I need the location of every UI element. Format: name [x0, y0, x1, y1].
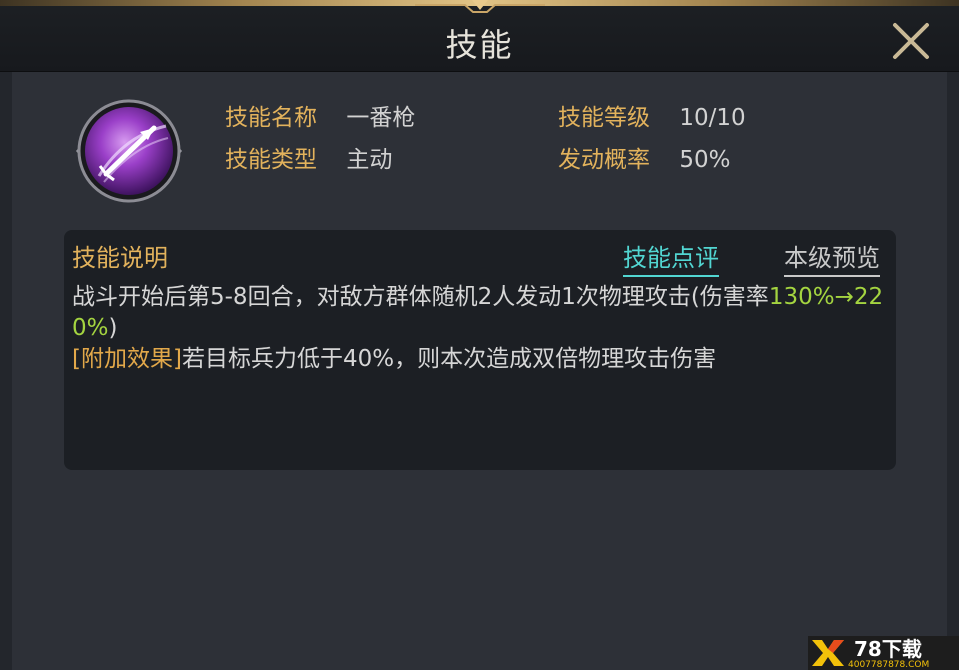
close-button[interactable]: [888, 18, 934, 64]
skill-level-row: 技能等级 10/10: [558, 98, 746, 132]
extra-effect-tag: [附加效果]: [72, 346, 182, 372]
skill-level-value: 10/10: [679, 105, 746, 131]
skill-icon: [76, 99, 182, 203]
skill-chance-label: 发动概率: [558, 147, 650, 173]
description-line1-end: ): [108, 315, 118, 341]
watermark-logo: 78下载 4007787878.COM: [808, 636, 959, 670]
extra-effect-text: 若目标兵力低于40%，则本次造成双倍物理攻击伤害: [181, 346, 717, 372]
skill-chance-row: 发动概率 50%: [558, 140, 730, 174]
description-text: 战斗开始后第5-8回合，对敌方群体随机2人发动1次物理攻击(伤害率130%→22…: [72, 282, 887, 375]
header-ornament-icon: [415, 0, 545, 13]
skill-level-label: 技能等级: [558, 105, 650, 131]
skill-name-value: 一番枪: [346, 105, 416, 131]
close-icon: [893, 23, 929, 59]
skill-name-label: 技能名称: [225, 105, 317, 131]
skill-chance-value: 50%: [679, 147, 731, 173]
page-title: 技能: [445, 26, 514, 64]
skill-type-label: 技能类型: [225, 147, 317, 173]
tab-level-preview[interactable]: 本级预览: [784, 238, 880, 277]
skill-name-row: 技能名称 一番枪: [225, 98, 415, 132]
description-title: 技能说明: [72, 244, 168, 272]
watermark-brand: 78下载: [854, 637, 922, 661]
skill-type-row: 技能类型 主动: [225, 140, 392, 174]
skill-type-value: 主动: [346, 147, 393, 173]
description-line1: 战斗开始后第5-8回合，对敌方群体随机2人发动1次物理攻击(伤害率: [72, 284, 769, 310]
title-bar: 技能: [0, 0, 959, 72]
watermark-url: 4007787878.COM: [848, 660, 929, 670]
tab-skill-review[interactable]: 技能点评: [623, 238, 719, 277]
